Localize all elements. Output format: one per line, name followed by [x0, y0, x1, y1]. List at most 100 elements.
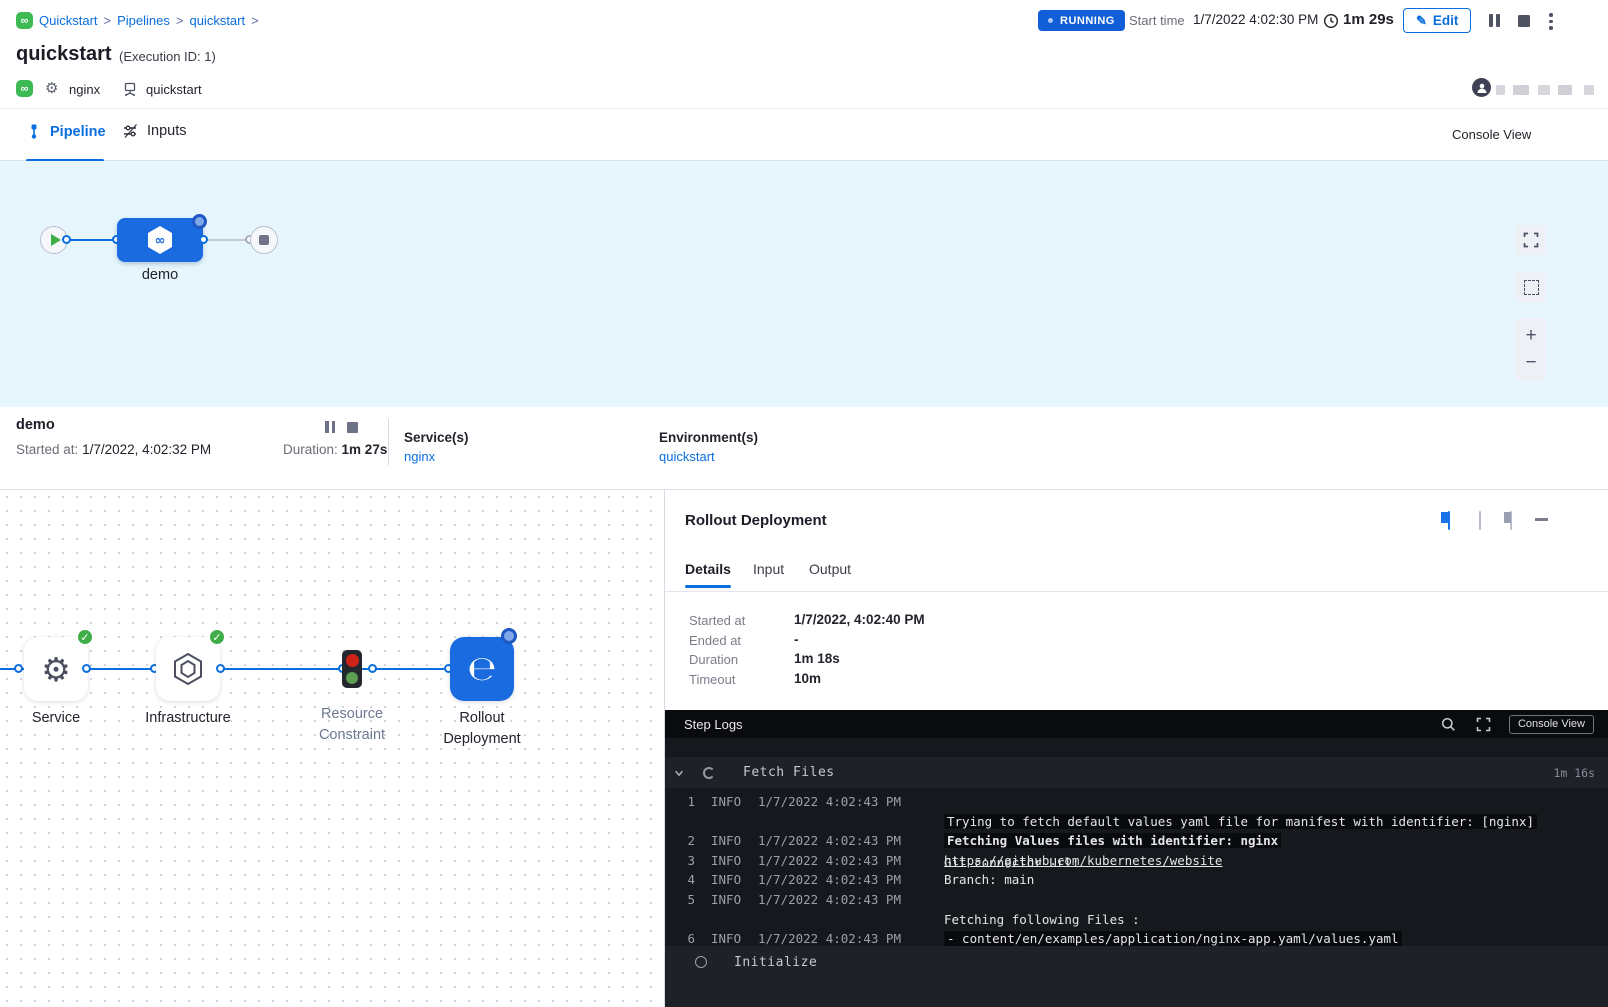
started-at-value: 1/7/2022, 4:02:32 PM: [82, 442, 211, 457]
port: [216, 664, 225, 673]
layout-bottom-button[interactable]: [1479, 511, 1481, 530]
marquee-icon: [1524, 280, 1539, 295]
step-node-infrastructure[interactable]: [156, 637, 220, 701]
port: [199, 235, 208, 244]
port: [62, 235, 71, 244]
start-time-value: 1/7/2022 4:02:30 PM: [1193, 12, 1318, 27]
connector-start-demo: [68, 239, 117, 241]
active-tab-underline: [685, 585, 731, 588]
services-label: Service(s): [404, 430, 469, 445]
page-title: quickstart: [16, 43, 112, 66]
harness-cd-logo-icon: ∞: [16, 12, 33, 29]
execution-graph-canvas[interactable]: ⚙ ✓ ✓ ℮ Service Infrastructure Resource …: [0, 490, 664, 1007]
port: [14, 664, 23, 673]
pipeline-icon: [26, 123, 42, 140]
connector-demo-end: [203, 239, 250, 241]
port: [368, 664, 377, 673]
more-options-button[interactable]: [1549, 13, 1553, 30]
status-badge: RUNNING: [1038, 10, 1125, 31]
stage-pause-button[interactable]: [325, 421, 335, 433]
stage-name: demo: [16, 417, 55, 433]
service-chip[interactable]: nginx: [69, 82, 100, 97]
tab-inputs[interactable]: Inputs: [122, 123, 187, 139]
section-duration: 1m 16s: [1553, 766, 1595, 780]
log-section-initialize[interactable]: Initialize: [665, 946, 1608, 1007]
stop-button[interactable]: [1518, 15, 1530, 27]
start-time-label: Start time: [1129, 13, 1185, 28]
detail-value: 10m: [794, 671, 821, 686]
avatar[interactable]: [1472, 78, 1491, 97]
detail-value: 1m 18s: [794, 651, 840, 666]
detail-label: Started at: [689, 613, 745, 628]
service-gear-icon: ⚙: [45, 79, 58, 97]
breadcrumb-pipelines[interactable]: Pipelines: [117, 13, 170, 28]
log-fullscreen-button[interactable]: [1476, 717, 1491, 732]
marquee-select-button[interactable]: [1516, 272, 1546, 302]
clock-icon: [1323, 13, 1339, 29]
pipeline-canvas[interactable]: ∞ demo + −: [0, 161, 1608, 407]
tab-details[interactable]: Details: [685, 561, 731, 577]
step-label-service: Service: [0, 708, 118, 729]
rollout-icon: ℮: [467, 649, 496, 689]
breadcrumb-quickstart[interactable]: Quickstart: [39, 13, 98, 28]
log-line: 5INFO1/7/2022 4:02:43 PM: [665, 890, 1608, 910]
edit-button[interactable]: ✎Edit: [1403, 8, 1471, 33]
tab-pipeline[interactable]: Pipeline: [26, 123, 106, 140]
stage-node-demo[interactable]: ∞: [117, 218, 203, 262]
tab-output[interactable]: Output: [809, 561, 851, 577]
zoom-in-button[interactable]: +: [1525, 326, 1536, 345]
elapsed-time: 1m 29s: [1343, 11, 1394, 28]
fullscreen-button[interactable]: [1516, 225, 1546, 255]
inputs-icon: [122, 123, 139, 139]
divider: [665, 591, 1608, 592]
minimize-panel-button[interactable]: [1535, 518, 1548, 521]
step-label-infrastructure: Infrastructure: [126, 708, 250, 729]
stage-stop-button[interactable]: [347, 422, 358, 433]
play-icon: [51, 234, 61, 246]
service-link[interactable]: nginx: [404, 449, 435, 464]
running-spinner-badge: [192, 214, 207, 229]
breadcrumb-pipeline-name[interactable]: quickstart: [189, 13, 245, 28]
status-dot-icon: [1048, 18, 1053, 23]
section-spinner-icon: [703, 767, 715, 779]
layout-split-button[interactable]: [1510, 511, 1512, 530]
log-line: 4INFO1/7/2022 4:02:43 PMBranch: main: [665, 870, 1608, 890]
success-badge-icon: ✓: [76, 628, 94, 646]
environment-icon: [122, 81, 138, 97]
log-line: 3INFO1/7/2022 4:02:43 PMGit connector Ur…: [665, 851, 1608, 871]
stop-icon: [259, 235, 269, 245]
pause-button[interactable]: [1489, 14, 1500, 27]
log-line: Fetching following Files :: [665, 910, 1608, 930]
detail-label: Timeout: [689, 672, 735, 687]
tab-input[interactable]: Input: [753, 561, 784, 577]
log-console-view-button[interactable]: Console View: [1509, 715, 1594, 734]
redacted-username: [1496, 82, 1594, 100]
step-label-resource-constraint: Resource Constraint: [292, 704, 412, 746]
red-light: [346, 654, 359, 667]
log-search-button[interactable]: [1441, 717, 1456, 732]
layout-right-button[interactable]: [1448, 511, 1450, 530]
log-line: Trying to fetch default values yaml file…: [665, 812, 1608, 832]
step-label-rollout-deployment: Rollout Deployment: [422, 708, 542, 750]
step-logs-title: Step Logs: [684, 717, 743, 732]
stage-info-bar: demo Started at: 1/7/2022, 4:02:32 PM Du…: [0, 407, 1608, 490]
step-node-service[interactable]: ⚙: [24, 637, 88, 701]
pending-circle-icon: [695, 956, 707, 968]
log-section-fetch-files[interactable]: Fetch Files 1m 16s: [665, 757, 1608, 788]
execution-id: (Execution ID: 1): [119, 49, 216, 64]
step-node-rollout-deployment[interactable]: ℮: [450, 637, 514, 701]
resource-constraint-traffic-light-icon[interactable]: [342, 650, 362, 688]
stage-label[interactable]: demo: [115, 267, 205, 283]
detail-label: Ended at: [689, 633, 741, 648]
zoom-out-button[interactable]: −: [1525, 353, 1536, 372]
environment-link[interactable]: quickstart: [659, 449, 715, 464]
section-name: Fetch Files: [743, 765, 835, 780]
cd-module-icon: ∞: [16, 80, 33, 97]
section-name: Initialize: [734, 955, 817, 970]
environment-chip[interactable]: quickstart: [146, 82, 202, 97]
breadcrumb-separator: >: [176, 13, 184, 28]
success-badge-icon: ✓: [208, 628, 226, 646]
breadcrumb: Quickstart>Pipelines>quickstart>: [39, 12, 265, 30]
end-node[interactable]: [250, 226, 278, 254]
duration-label: Duration:: [283, 442, 338, 457]
